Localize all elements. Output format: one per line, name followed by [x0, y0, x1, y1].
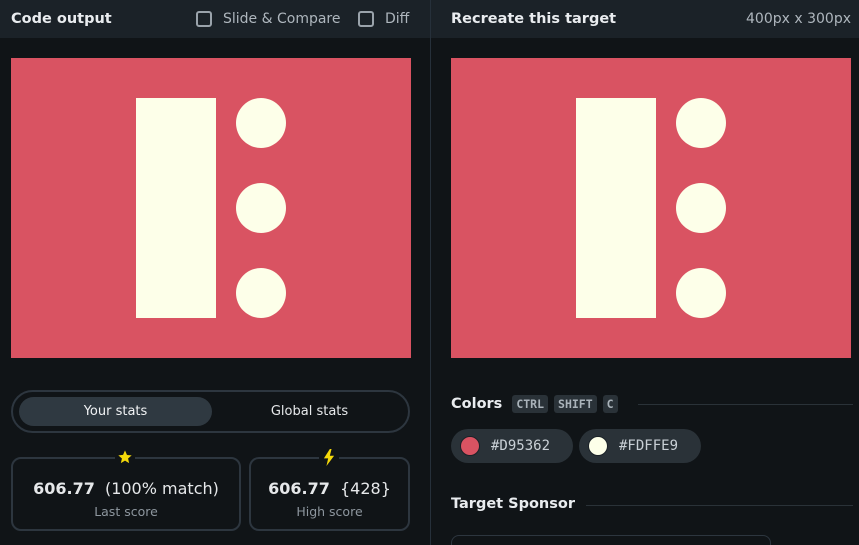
shortcut-ctrl: CTRL: [512, 395, 549, 413]
diff-option[interactable]: Diff: [358, 11, 409, 27]
shortcut-shift: SHIFT: [554, 395, 597, 413]
star-icon: [115, 447, 135, 467]
high-score-detail: {428}: [339, 479, 391, 498]
target-title: Recreate this target: [451, 11, 617, 27]
last-score-label: Last score: [94, 504, 158, 519]
color-swatch-red: [460, 436, 480, 456]
code-output-canvas[interactable]: [11, 58, 411, 358]
stats-toggle: Your stats Global stats: [11, 390, 410, 433]
code-output-panel: Code output Slide & Compare Diff Your st…: [0, 0, 430, 545]
output-rectangle: [136, 98, 216, 318]
target-rectangle: [576, 98, 656, 318]
shortcut-c: C: [602, 395, 618, 413]
color-hex-cream: #FDFFE9: [619, 438, 679, 454]
sponsor-box[interactable]: [451, 535, 771, 545]
colors-rule: [638, 404, 853, 405]
output-circle-bottom: [236, 268, 286, 318]
target-header: Recreate this target 400px x 300px: [431, 0, 859, 38]
your-stats-tab[interactable]: Your stats: [19, 397, 212, 426]
color-hex-red: #D95362: [491, 438, 551, 454]
colors-label: Colors: [451, 396, 503, 412]
diff-checkbox[interactable]: [358, 11, 374, 27]
color-chip-red[interactable]: #D95362: [451, 429, 573, 463]
target-panel: Recreate this target 400px x 300px Color…: [431, 0, 859, 545]
slide-compare-checkbox[interactable]: [196, 11, 212, 27]
output-circle-middle: [236, 183, 286, 233]
target-dimensions: 400px x 300px: [746, 11, 851, 27]
last-score-value: 606.77: [33, 479, 95, 498]
last-score-detail: (100% match): [104, 479, 219, 498]
colors-section: Colors CTRL SHIFT C: [451, 395, 618, 413]
high-score-label: High score: [296, 504, 363, 519]
code-output-header: Code output Slide & Compare Diff: [0, 0, 430, 38]
slide-compare-label: Slide & Compare: [223, 11, 341, 27]
target-circle-middle: [676, 183, 726, 233]
target-canvas[interactable]: [451, 58, 851, 358]
lightning-icon: [319, 447, 339, 467]
diff-label: Diff: [385, 11, 410, 27]
last-score-card: 606.77 (100% match) Last score: [11, 457, 241, 531]
sponsor-section: Target Sponsor: [451, 496, 575, 512]
global-stats-tab[interactable]: Global stats: [213, 397, 406, 426]
target-circle-bottom: [676, 268, 726, 318]
high-score-value: 606.77: [268, 479, 330, 498]
sponsor-label: Target Sponsor: [451, 496, 576, 512]
high-score-card: 606.77 {428} High score: [249, 457, 410, 531]
code-output-title: Code output: [11, 11, 112, 27]
color-chip-cream[interactable]: #FDFFE9: [579, 429, 701, 463]
sponsor-rule: [586, 505, 853, 506]
output-circle-top: [236, 98, 286, 148]
target-circle-top: [676, 98, 726, 148]
slide-compare-option[interactable]: Slide & Compare: [196, 11, 341, 27]
color-swatch-cream: [588, 436, 608, 456]
